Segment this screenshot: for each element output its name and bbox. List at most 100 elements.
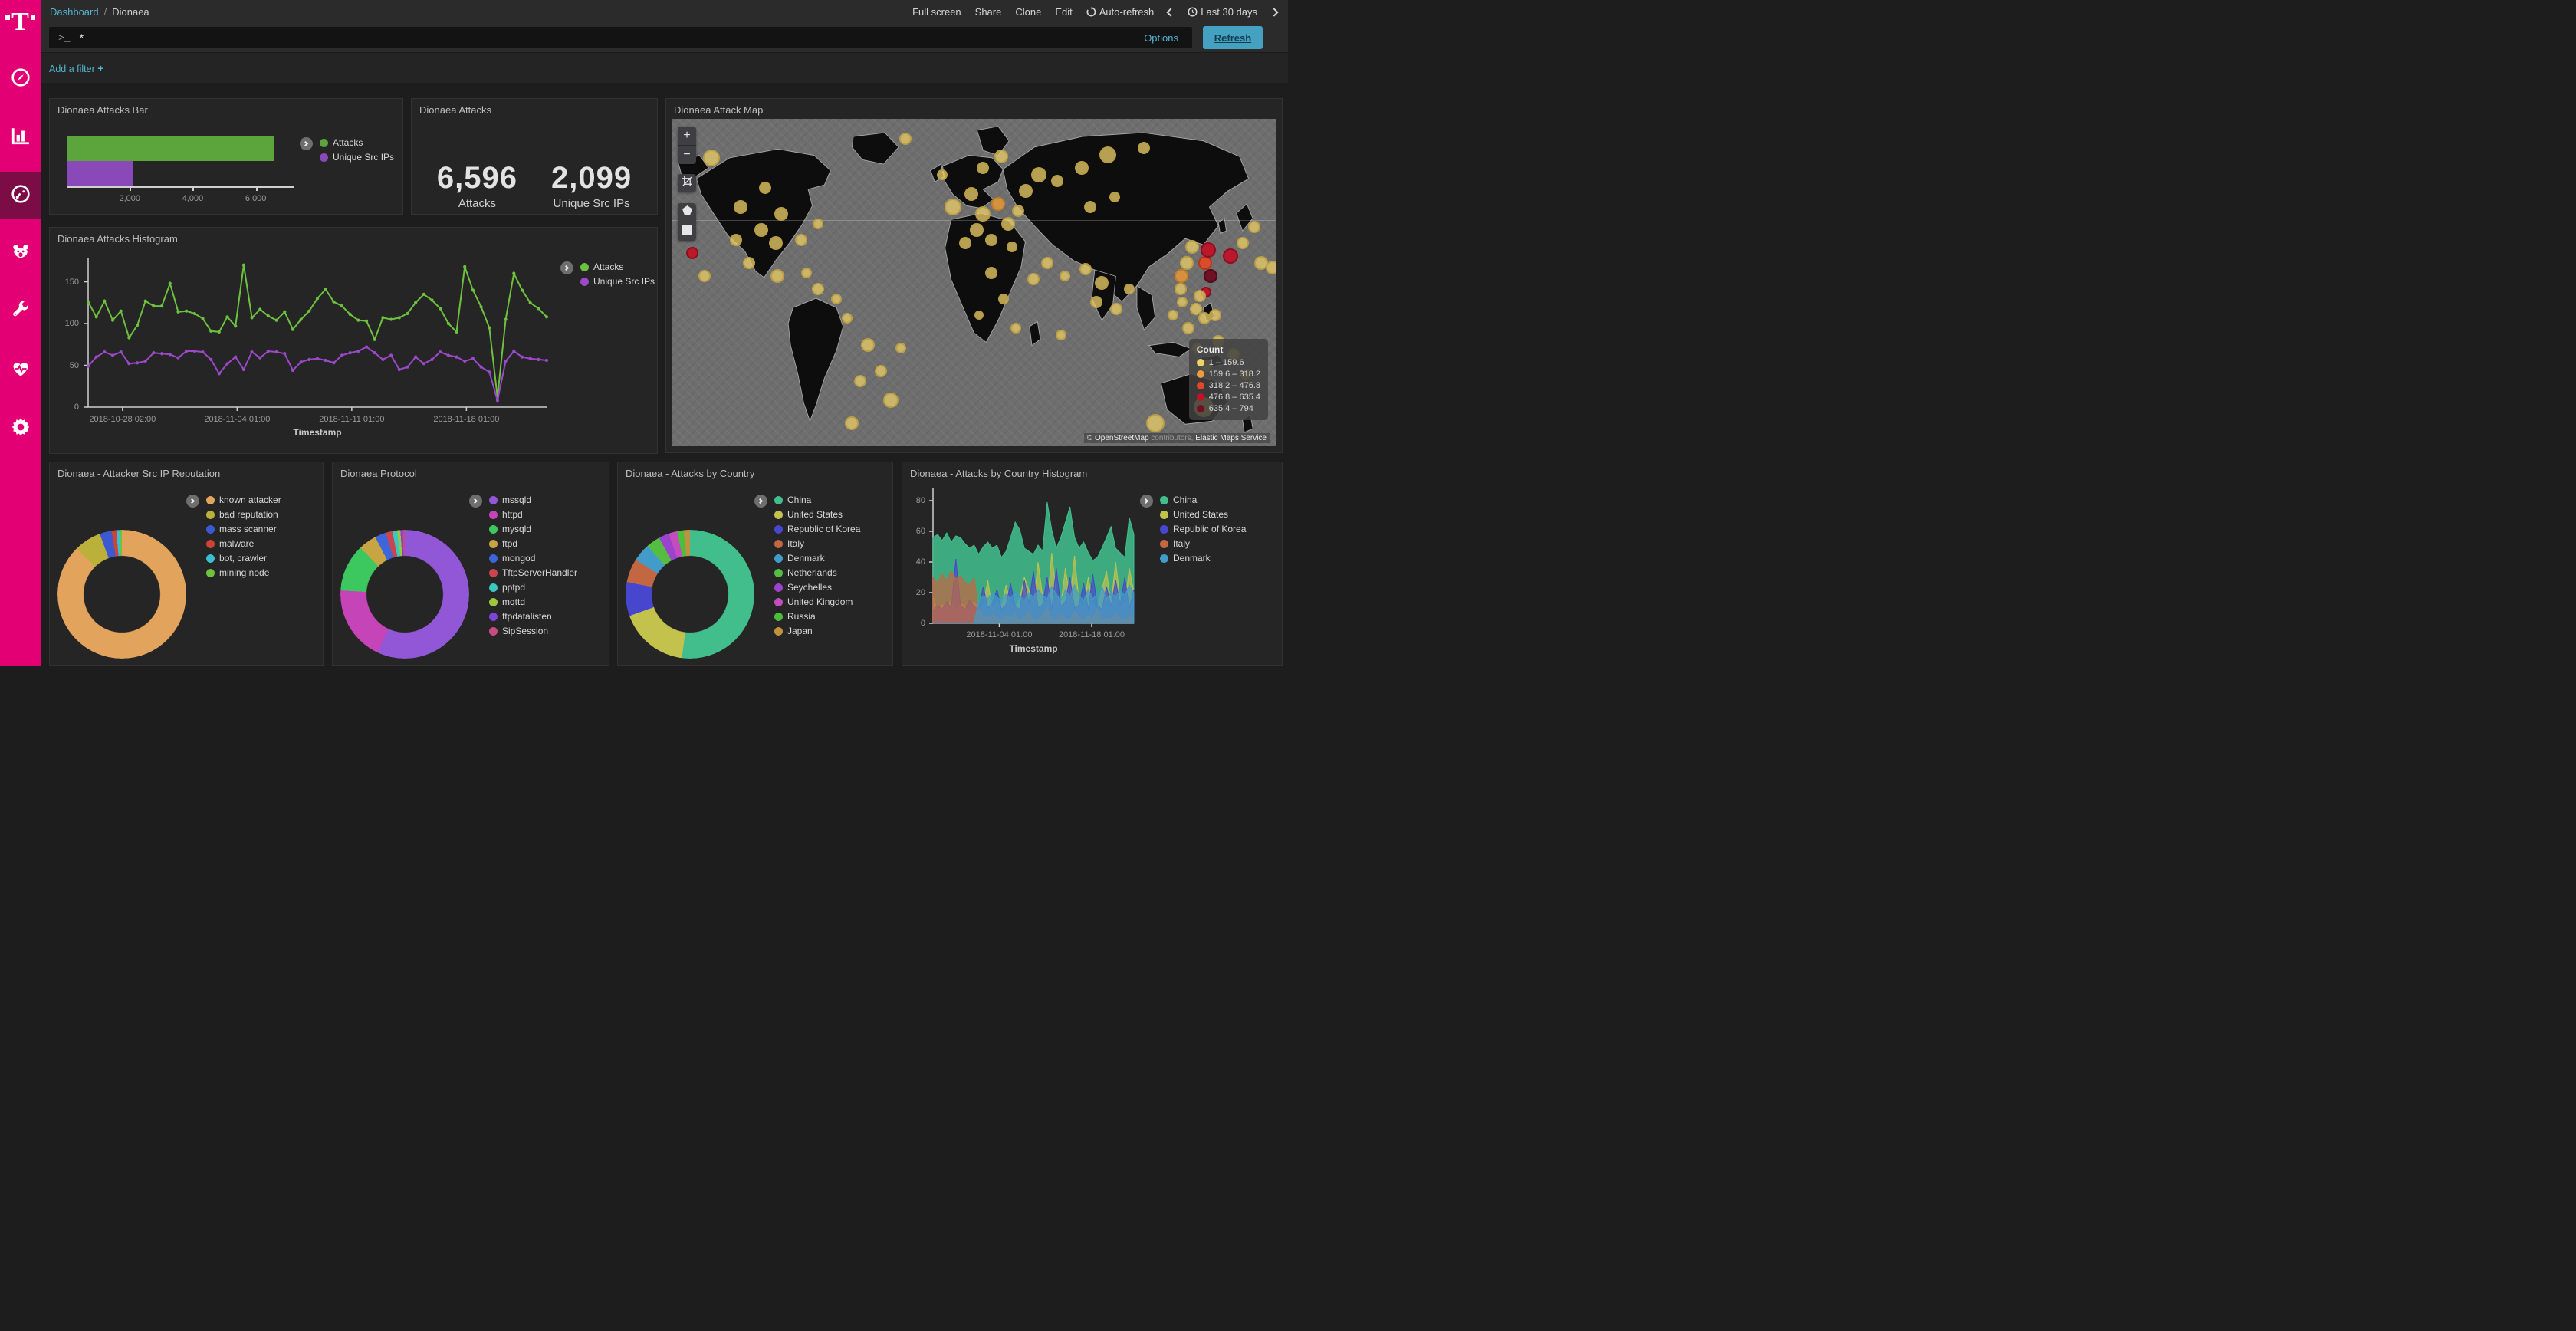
map-attack-point[interactable]	[1266, 261, 1276, 274]
crop-icon[interactable]	[678, 174, 696, 192]
map-attack-point[interactable]	[1237, 237, 1249, 249]
legend-item[interactable]: bad reputation	[206, 509, 281, 520]
map-attack-point[interactable]	[1182, 322, 1194, 334]
legend-label[interactable]: TftpServerHandler	[502, 567, 577, 578]
telekom-logo[interactable]: T	[0, 0, 41, 44]
map-attack-point[interactable]	[1168, 310, 1178, 320]
legend-item[interactable]: 1 – 159.6	[1197, 358, 1260, 367]
legend-label[interactable]: Netherlands	[787, 567, 837, 578]
legend-label[interactable]: 476.8 – 635.4	[1209, 393, 1260, 402]
map-attack-point[interactable]	[1194, 290, 1206, 302]
map-attack-point[interactable]	[1075, 161, 1089, 175]
country-histogram-chart[interactable]	[907, 482, 1137, 646]
legend-collapse-icon[interactable]	[1140, 495, 1153, 508]
zoom-in-button[interactable]: +	[678, 127, 696, 145]
map-attack-point[interactable]	[1027, 273, 1040, 285]
legend-label[interactable]: malware	[219, 538, 254, 549]
elastic-maps-service-link[interactable]: Elastic Maps Service	[1195, 434, 1267, 442]
legend-item[interactable]: Attacks	[580, 261, 655, 272]
legend-item[interactable]: httpd	[489, 509, 577, 520]
legend-label[interactable]: United Kingdom	[787, 596, 853, 607]
map-attack-point[interactable]	[734, 200, 748, 214]
map-attack-point[interactable]	[831, 294, 842, 304]
legend-collapse-icon[interactable]	[300, 137, 313, 150]
time-back-button[interactable]	[1168, 6, 1174, 18]
reputation-donut-chart[interactable]	[58, 530, 186, 659]
query-value[interactable]: *	[80, 31, 1145, 44]
polygon-draw-icon[interactable]	[678, 203, 696, 222]
map-attack-point[interactable]	[813, 219, 823, 229]
legend-collapse-icon[interactable]	[469, 495, 482, 508]
map-attack-point[interactable]	[1051, 175, 1063, 187]
legend-label[interactable]: ftpdatalisten	[502, 611, 552, 622]
map-attack-point[interactable]	[801, 268, 812, 278]
legend-item[interactable]: United States	[774, 509, 860, 520]
legend-item[interactable]: Denmark	[1160, 553, 1246, 564]
map-attack-point[interactable]	[1056, 330, 1066, 340]
map-attack-point[interactable]	[854, 375, 866, 387]
nav-action-share[interactable]: Share	[975, 6, 1002, 18]
legend-label[interactable]: mass scanner	[219, 524, 277, 534]
map-attack-point[interactable]	[842, 313, 853, 324]
legend-item[interactable]: Unique Src IPs	[320, 152, 394, 163]
legend-item[interactable]: mqttd	[489, 596, 577, 607]
map-attack-point[interactable]	[1007, 242, 1017, 252]
legend-item[interactable]: China	[774, 495, 860, 505]
nav-action-full-screen[interactable]: Full screen	[912, 6, 961, 18]
legend-item[interactable]: mining node	[206, 567, 281, 578]
legend-item[interactable]: Italy	[774, 538, 860, 549]
legend-label[interactable]: SipSession	[502, 626, 548, 636]
map-attack-point[interactable]	[1124, 284, 1135, 294]
add-filter-button[interactable]: Add a filter +	[49, 62, 104, 74]
map-attack-point[interactable]	[1031, 167, 1046, 182]
legend-label[interactable]: United States	[787, 509, 843, 520]
series-line-attacks[interactable]	[88, 265, 547, 397]
bar-unique-src-ips[interactable]	[67, 161, 133, 186]
map-attack-point[interactable]	[1095, 276, 1109, 290]
openstreetmap-link[interactable]: © OpenStreetMap	[1087, 434, 1149, 442]
legend-label[interactable]: Denmark	[787, 553, 825, 564]
map-attack-point[interactable]	[1079, 263, 1092, 275]
legend-label[interactable]: Republic of Korea	[787, 524, 860, 534]
legend-label[interactable]: 159.6 – 318.2	[1209, 370, 1260, 379]
map-attack-point[interactable]	[1019, 184, 1033, 198]
map-attack-point[interactable]	[937, 169, 948, 180]
map-attack-point[interactable]	[812, 283, 824, 295]
legend-item[interactable]: mysqld	[489, 524, 577, 534]
map-attack-point[interactable]	[985, 234, 997, 246]
map-attack-point[interactable]	[1185, 240, 1199, 254]
map-attack-point[interactable]	[1084, 201, 1096, 213]
map-attack-point[interactable]	[1109, 192, 1120, 202]
map-attack-point[interactable]	[1177, 297, 1188, 307]
time-range-picker[interactable]: Last 30 days	[1188, 6, 1257, 18]
rectangle-draw-icon[interactable]	[678, 222, 696, 241]
legend-label[interactable]: Unique Src IPs	[593, 276, 655, 287]
attacks-bar-chart[interactable]: 2,0004,0006,000	[67, 136, 304, 211]
map-attack-point[interactable]	[945, 199, 961, 215]
map-attack-point[interactable]	[1198, 256, 1212, 270]
map-attack-point[interactable]	[1060, 271, 1070, 281]
legend-item[interactable]: Republic of Korea	[774, 524, 860, 534]
map-attack-point[interactable]	[994, 150, 1008, 163]
legend-item[interactable]: China	[1160, 495, 1246, 505]
attacks-histogram-chart[interactable]	[56, 249, 554, 430]
legend-item[interactable]: Republic of Korea	[1160, 524, 1246, 534]
map-attack-point[interactable]	[1001, 217, 1015, 231]
breadcrumb-dashboard-link[interactable]: Dashboard	[50, 6, 99, 18]
map-attack-point[interactable]	[975, 206, 991, 222]
legend-label[interactable]: mining node	[219, 567, 269, 578]
legend-label[interactable]: Japan	[787, 626, 813, 636]
map-attack-point[interactable]	[703, 150, 720, 166]
legend-item[interactable]: SipSession	[489, 626, 577, 636]
zoom-out-button[interactable]: −	[678, 146, 696, 164]
legend-collapse-icon[interactable]	[754, 495, 767, 508]
nav-action-clone[interactable]: Clone	[1015, 6, 1041, 18]
bar-attacks[interactable]	[67, 136, 274, 161]
sidebar-item-heartbeat[interactable]	[0, 347, 41, 394]
map-attack-point[interactable]	[1146, 414, 1165, 432]
map-attack-point[interactable]	[883, 393, 899, 408]
legend-item[interactable]: Russia	[774, 611, 860, 622]
legend-label[interactable]: Denmark	[1173, 553, 1211, 564]
auto-refresh-button[interactable]: Auto-refresh	[1086, 6, 1155, 18]
legend-item[interactable]: bot, crawler	[206, 553, 281, 564]
